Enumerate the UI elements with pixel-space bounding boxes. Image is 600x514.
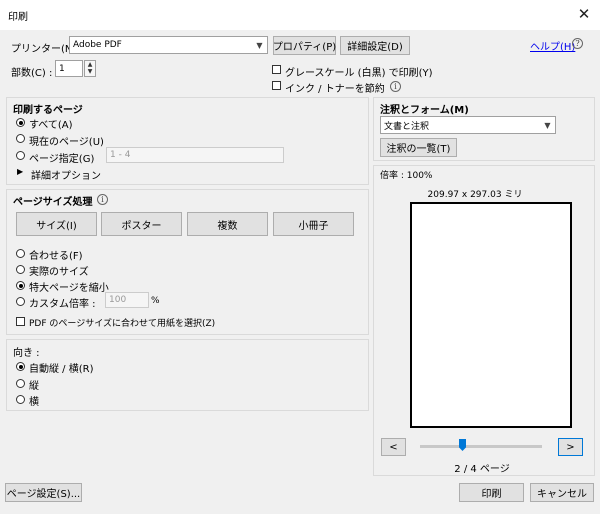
tab-poster[interactable]: ポスター (101, 212, 182, 236)
grayscale-label: グレースケール (白黒) で印刷(Y) (285, 68, 433, 79)
page-preview (410, 202, 572, 428)
triangle-right-icon[interactable]: ▶ (17, 167, 23, 176)
save-ink-checkbox[interactable] (272, 81, 281, 90)
chevron-down-icon: ▼ (544, 120, 551, 130)
copies-input[interactable]: 1 (55, 60, 83, 77)
save-ink-label: インク / トナーを節約 (285, 84, 385, 95)
radio-shrink[interactable] (16, 281, 25, 290)
help-link[interactable]: ヘルプ(H) (530, 38, 575, 53)
tab-booklet[interactable]: 小冊子 (273, 212, 354, 236)
radio-pages[interactable] (16, 151, 25, 160)
pages-range-input[interactable]: 1 - 4 (106, 147, 284, 163)
summarize-comments-button[interactable]: 注釈の一覧(T) (380, 138, 457, 157)
next-page-button[interactable]: > (558, 438, 583, 456)
prev-page-button[interactable]: < (381, 438, 406, 456)
radio-all[interactable] (16, 118, 25, 127)
copies-spinner[interactable]: ▲ ▼ (84, 60, 96, 77)
radio-all-label: すべて(A) (29, 120, 73, 131)
radio-current-label: 現在のページ(U) (29, 137, 104, 148)
window-title: 印刷 (8, 12, 28, 23)
scale-label: 倍率 : 100% (380, 171, 433, 181)
radio-auto-label: 自動縦 / 横(R) (29, 364, 94, 375)
comments-select[interactable]: 文書と注釈 ▼ (380, 116, 556, 134)
print-button[interactable]: 印刷 (459, 483, 524, 502)
spin-down-icon[interactable]: ▼ (85, 68, 95, 75)
page-sizing-heading: ページサイズ処理 (13, 197, 93, 208)
radio-shrink-label: 特大ページを縮小 (29, 283, 109, 294)
radio-landscape-label: 横 (29, 397, 39, 408)
radio-portrait[interactable] (16, 379, 25, 388)
cancel-button[interactable]: キャンセル (530, 483, 594, 502)
tab-multiple[interactable]: 複数 (187, 212, 268, 236)
info-icon[interactable]: i (390, 81, 401, 92)
info-icon[interactable]: i (97, 194, 108, 205)
radio-custom-label: カスタム倍率 : (29, 299, 96, 310)
grayscale-checkbox[interactable] (272, 65, 281, 74)
radio-auto[interactable] (16, 362, 25, 371)
title-bar (0, 0, 600, 30)
more-options-label[interactable]: 詳細オプション (31, 167, 101, 182)
page-indicator: 2 / 4 ページ (454, 464, 510, 475)
orientation-heading: 向き : (13, 348, 40, 359)
pages-heading: 印刷するページ (13, 105, 83, 116)
close-icon[interactable]: ✕ (574, 4, 594, 24)
question-icon[interactable]: ? (572, 38, 583, 49)
printer-select-value: Adobe PDF (73, 40, 122, 50)
radio-current[interactable] (16, 134, 25, 143)
radio-fit-label: 合わせる(F) (29, 251, 83, 262)
custom-scale-input[interactable]: 100 (105, 292, 149, 308)
radio-custom[interactable] (16, 297, 25, 306)
orientation-panel (6, 339, 369, 411)
choose-paper-label: PDF のページサイズに合わせて用紙を選択(Z) (29, 319, 216, 329)
comments-heading: 注釈とフォーム(M) (380, 105, 469, 116)
page-setup-button[interactable]: ページ設定(S)... (5, 483, 82, 502)
tab-size[interactable]: サイズ(I) (16, 212, 97, 236)
choose-paper-checkbox[interactable] (16, 317, 25, 326)
dimensions-label: 209.97 x 297.03 ミリ (427, 190, 523, 200)
page-sizing-panel (6, 189, 369, 335)
radio-landscape[interactable] (16, 395, 25, 404)
copies-label: 部数(C) : (11, 68, 53, 79)
radio-actual[interactable] (16, 265, 25, 274)
percent-label: % (151, 296, 160, 306)
properties-button[interactable]: プロパティ(P) (273, 36, 336, 55)
comments-select-value: 文書と注釈 (384, 121, 430, 132)
radio-actual-label: 実際のサイズ (29, 267, 89, 278)
radio-fit[interactable] (16, 249, 25, 258)
chevron-down-icon: ▼ (256, 40, 263, 50)
radio-portrait-label: 縦 (29, 381, 39, 392)
radio-pages-label: ページ指定(G) (29, 154, 95, 165)
printer-select[interactable]: Adobe PDF ▼ (69, 36, 268, 54)
page-slider-track[interactable] (420, 445, 542, 448)
advanced-button[interactable]: 詳細設定(D) (340, 36, 410, 55)
spin-up-icon[interactable]: ▲ (85, 61, 95, 68)
